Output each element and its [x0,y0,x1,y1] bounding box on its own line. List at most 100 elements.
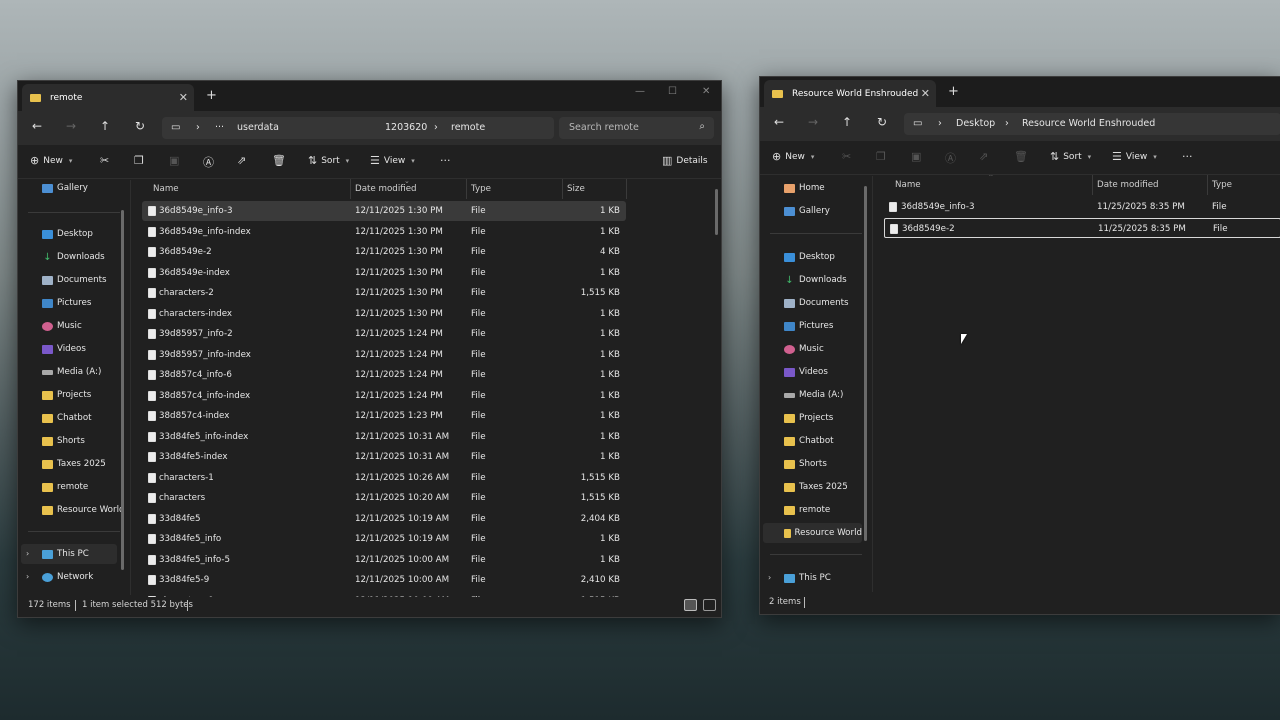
sidebar-item-home[interactable]: Home [784,178,825,198]
sidebar-item-this-pc[interactable]: This PC [784,568,831,588]
file-row[interactable]: 33d84fe5-9 12/11/2025 10:00 AM File 2,410 K… [142,570,626,590]
file-row[interactable]: 36d8549e-2 12/11/2025 1:30 PM File 4 KB [142,242,626,262]
sidebar-item-remote[interactable]: remote [42,477,88,497]
column-divider[interactable] [562,179,563,199]
sidebar-item-videos[interactable]: Videos [42,339,86,359]
file-row[interactable]: 38d857c4-index 12/11/2025 1:23 PM File 1 KB [142,406,626,426]
file-row[interactable]: characters-2 12/11/2025 1:30 PM File 1,515 … [142,283,626,303]
copy-button[interactable]: ❐ [134,154,144,167]
address-bar[interactable]: ▭ › Desktop › Resource World Enshrouded [904,113,1280,135]
file-row[interactable]: 36d8549e_info-3 12/11/2025 1:30 PM File 1 K… [142,201,626,221]
more-options-button[interactable]: ··· [440,154,451,167]
chevron-right-icon[interactable]: › [26,549,29,558]
share-button[interactable]: ⇗ [237,154,246,167]
tab-remote[interactable]: remote ✕ [22,84,194,111]
close-window-button[interactable]: ✕ [702,87,710,97]
sidebar-item-taxes-2025[interactable]: Taxes 2025 [42,454,106,474]
delete-button[interactable]: 🗑︎ [272,154,286,167]
cut-button[interactable]: ✂ [100,154,109,167]
column-header-name[interactable]: Name [895,180,921,190]
sidebar-item-pictures[interactable]: Pictures [784,316,833,336]
refresh-button[interactable]: ↻ [877,116,887,128]
column-header-type[interactable]: Type [1212,180,1232,190]
large-icons-view-button[interactable] [703,599,716,611]
back-button[interactable]: ← [32,120,42,132]
sidebar-scrollbar[interactable] [121,210,124,570]
sidebar-item-projects[interactable]: Projects [42,385,91,405]
file-row[interactable]: 38d857c4_info-index 12/11/2025 1:24 PM Fil… [142,386,626,406]
sidebar-item-taxes-2025[interactable]: Taxes 2025 [784,477,848,497]
title-bar[interactable]: remote ✕ + — ☐ ✕ [18,81,721,111]
sidebar-item-documents[interactable]: Documents [784,293,849,313]
sidebar-item-downloads[interactable]: ↓ Downloads [42,247,104,267]
explorer-window-remote[interactable]: remote ✕ + — ☐ ✕ ← → ↑ ↻ ▭ › ··· userdat… [17,80,722,618]
sidebar-item-media[interactable]: Media (A:) [784,385,843,405]
search-box[interactable]: Search remote ⌕ [559,117,714,139]
new-button[interactable]: ⊕ New ▾ [772,150,814,163]
new-tab-button[interactable]: + [206,89,217,102]
forward-button[interactable]: → [66,120,76,132]
sidebar-item-music[interactable]: Music [784,339,824,359]
file-row[interactable]: 33d84fe5_info-index 12/11/2025 10:31 AM Fi… [142,427,626,447]
file-row[interactable]: 33d84fe5_info-5 12/11/2025 10:00 AM File 1 … [142,550,626,570]
sidebar-item-resource-world[interactable]: Resource World [763,523,862,543]
sort-button[interactable]: ⇅ Sort ▾ [1050,150,1091,163]
sidebar-item-this-pc[interactable]: This PC [21,544,117,564]
sidebar-item-projects[interactable]: Projects [784,408,833,428]
rename-button[interactable]: Ⓐ [203,154,214,170]
close-tab-icon[interactable]: ✕ [179,92,188,103]
file-list-scrollbar[interactable] [715,189,718,235]
sidebar-item-pictures[interactable]: Pictures [42,293,91,313]
sidebar-item-chatbot[interactable]: Chatbot [42,408,92,428]
column-header-date[interactable]: Date modified [1097,180,1159,190]
chevron-right-icon[interactable]: › [768,573,771,582]
maximize-button[interactable]: ☐ [668,87,677,97]
column-header-name[interactable]: Name [153,184,179,194]
breadcrumb-desktop[interactable]: Desktop [956,118,995,129]
new-button[interactable]: ⊕ New ▾ [30,154,72,167]
cut-button[interactable]: ✂ [842,150,851,163]
minimize-button[interactable]: — [635,87,645,97]
column-header-size[interactable]: Size [567,184,585,194]
tab-resource-world-enshrouded[interactable]: Resource World Enshrouded ✕ [764,80,936,107]
explorer-window-resource-world[interactable]: Resource World Enshrouded ✕ + ← → ↑ ↻ ▭ … [759,76,1280,615]
file-row[interactable]: 36d8549e-index 12/11/2025 1:30 PM File 1 KB [142,263,626,283]
refresh-button[interactable]: ↻ [135,120,145,132]
more-options-button[interactable]: ··· [1182,150,1193,163]
view-button[interactable]: ☰ View ▾ [370,154,415,167]
sidebar-item-gallery[interactable]: Gallery [42,178,88,198]
column-divider[interactable] [350,179,351,199]
paste-button[interactable]: ▣ [169,154,179,167]
file-row[interactable]: 33d84fe5-index 12/11/2025 10:31 AM File 1 K… [142,447,626,467]
breadcrumb-userdata[interactable]: userdata [237,122,279,133]
delete-button[interactable]: 🗑︎ [1014,150,1028,163]
sidebar-item-network[interactable]: Network [42,567,93,587]
new-tab-button[interactable]: + [948,85,959,98]
rename-button[interactable]: Ⓐ [945,150,956,166]
file-row[interactable]: 38d857c4_info-6 12/11/2025 1:24 PM File 1 K… [142,365,626,385]
breadcrumb-resource-world-enshrouded[interactable]: Resource World Enshrouded [1022,118,1155,129]
file-row[interactable]: characters-1 12/11/2025 10:26 AM File 1,515… [142,468,626,488]
sort-button[interactable]: ⇅ Sort ▾ [308,154,349,167]
sidebar-item-gallery[interactable]: Gallery [784,201,830,221]
view-button[interactable]: ☰ View ▾ [1112,150,1157,163]
breadcrumb-ellipsis[interactable]: ··· [215,122,224,133]
file-row[interactable]: 36d8549e-2 11/25/2025 8:35 PM File [884,217,1280,238]
file-row[interactable]: 39d85957_info-index 12/11/2025 1:24 PM Fil… [142,345,626,365]
sidebar-item-remote[interactable]: remote [784,500,830,520]
share-button[interactable]: ⇗ [979,150,988,163]
sidebar-item-desktop[interactable]: Desktop [42,224,93,244]
breadcrumb-remote[interactable]: remote [451,122,485,133]
details-button[interactable]: ▥ Details [662,154,708,167]
forward-button[interactable]: → [808,116,818,128]
sidebar-item-chatbot[interactable]: Chatbot [784,431,834,451]
sidebar-item-shorts[interactable]: Shorts [784,454,827,474]
file-row[interactable]: 36d8549e_info-index 12/11/2025 1:30 PM Fil… [142,222,626,242]
chevron-right-icon[interactable]: › [26,572,29,581]
sidebar-item-downloads[interactable]: ↓ Downloads [784,270,846,290]
column-divider[interactable] [1092,175,1093,195]
breadcrumb-1203620[interactable]: 1203620 [385,122,427,133]
sidebar-item-music[interactable]: Music [42,316,82,336]
up-button[interactable]: ↑ [842,116,852,128]
address-bar[interactable]: ▭ › ··· userdata 1203620 › remote [162,117,554,139]
